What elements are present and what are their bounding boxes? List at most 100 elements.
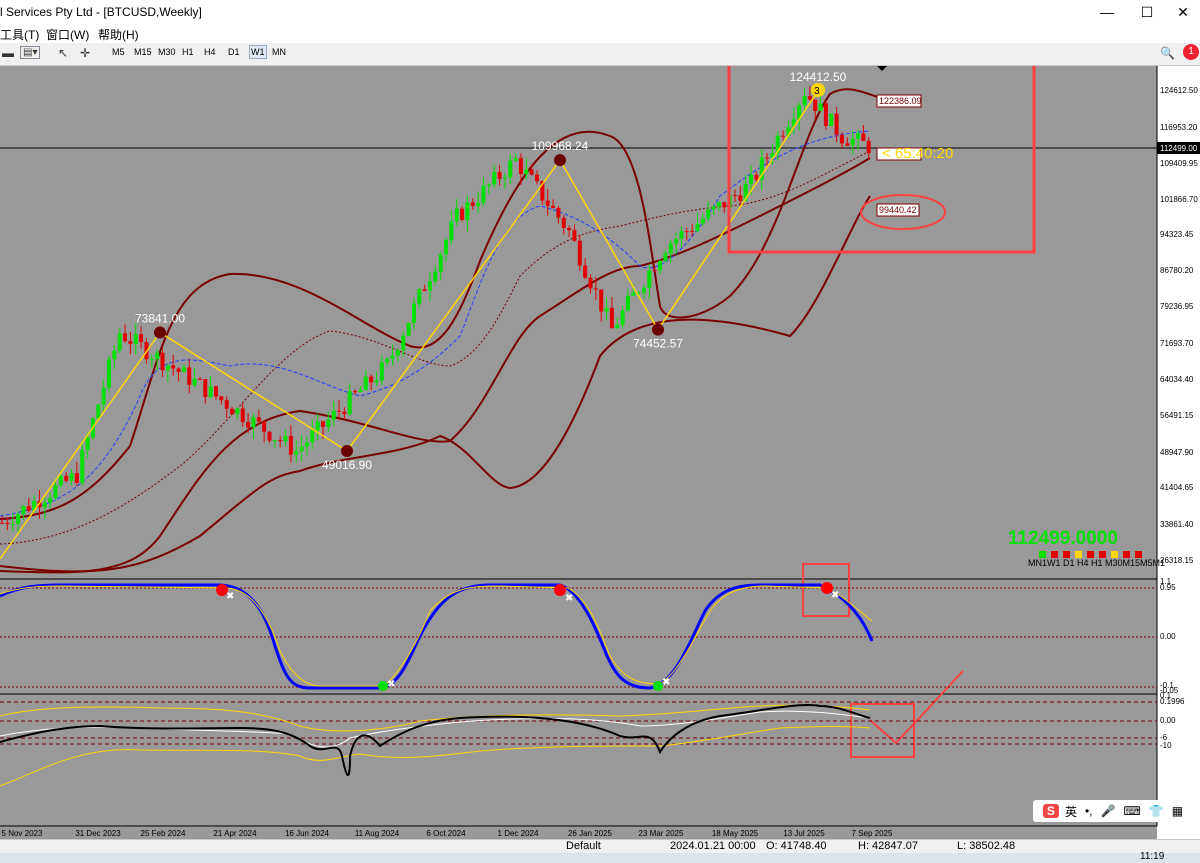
candle-body <box>631 292 636 296</box>
price-axis-label: 41404.65 <box>1160 483 1194 492</box>
candle-body <box>754 174 759 180</box>
candle-body <box>690 230 695 232</box>
status-bar: Default 2024.01.21 00:00 O: 41748.40 H: … <box>0 839 1200 854</box>
status-time: 2024.01.21 00:00 <box>670 840 756 852</box>
price-axis-label: 86780.20 <box>1160 266 1194 275</box>
candle-body <box>0 522 4 524</box>
cursor-icon[interactable]: ↖ <box>58 46 68 60</box>
candle-body <box>861 133 866 141</box>
candle-body <box>187 367 192 386</box>
zigzag-label: 109968.24 <box>532 139 589 153</box>
tf-strip-square <box>1039 551 1046 558</box>
candle-body <box>829 113 834 127</box>
candle-body <box>823 103 828 127</box>
candle-body <box>856 133 860 139</box>
candle-body <box>470 202 475 206</box>
time-axis-label: 6 Oct 2024 <box>426 829 466 838</box>
candle-body <box>128 341 133 344</box>
candle-body <box>192 378 197 386</box>
candle-body <box>374 380 379 383</box>
tf-strip-square <box>1123 551 1130 558</box>
candle-body <box>695 223 700 232</box>
candle-body <box>331 410 336 420</box>
tf-h1[interactable]: H1 <box>182 47 194 57</box>
candle-body <box>26 505 31 511</box>
maximize-button[interactable]: ☐ <box>1128 0 1166 24</box>
price-axis-label: 64034.40 <box>1160 375 1194 384</box>
chart-style-icon[interactable]: ▤▾ <box>20 46 41 59</box>
keyboard-icon[interactable]: ⌨ <box>1123 804 1140 818</box>
price-axis-label: 94323.45 <box>1160 230 1194 239</box>
search-icon[interactable]: 🔍 <box>1160 46 1175 60</box>
tf-h4[interactable]: H4 <box>204 47 216 57</box>
menu-tools[interactable]: 工具(T) <box>0 26 39 43</box>
status-profile[interactable]: Default <box>566 840 601 852</box>
notification-badge[interactable]: 1 <box>1183 44 1199 60</box>
candle-body <box>732 195 737 197</box>
candle-body <box>256 417 261 422</box>
window-title: l Services Pty Ltd - [BTCUSD,Weekly] <box>0 5 202 19</box>
candle-body <box>353 391 358 393</box>
candle-body <box>304 442 309 447</box>
candle-body <box>524 169 529 175</box>
zigzag-label: 124412.50 <box>790 70 847 84</box>
tf-strip-square <box>1135 551 1142 558</box>
candle-body <box>663 253 668 262</box>
menu-help[interactable]: 帮助(H) <box>98 26 139 43</box>
candle-body <box>48 497 53 503</box>
tf-m5[interactable]: M5 <box>112 47 125 57</box>
tf-mn[interactable]: MN <box>272 47 286 57</box>
candle-body <box>64 475 69 481</box>
candle-body <box>411 303 416 323</box>
menu-window[interactable]: 窗口(W) <box>46 26 89 43</box>
candle-body <box>278 440 283 442</box>
ime-grid-icon[interactable]: ▦ <box>1172 804 1183 818</box>
candle-body <box>74 473 79 483</box>
minimize-button[interactable]: — <box>1088 0 1126 24</box>
candle-body <box>240 408 245 422</box>
candle-body <box>80 449 85 483</box>
chart-type-icon[interactable]: ▬ <box>2 46 14 60</box>
candle-body <box>642 287 646 293</box>
ime-logo-icon[interactable]: S <box>1042 804 1059 818</box>
candle-body <box>101 387 106 405</box>
ime-language[interactable]: 英 <box>1065 803 1077 820</box>
microphone-icon[interactable]: 🎤 <box>1101 804 1116 818</box>
osc-x-2: ✖ <box>565 593 573 604</box>
candle-body <box>460 208 465 220</box>
crosshair-icon[interactable]: ✛ <box>80 46 90 60</box>
skin-icon[interactable]: 👕 <box>1149 804 1164 818</box>
candle-body <box>604 307 609 312</box>
candle-body <box>401 335 406 351</box>
status-high: H: 42847.07 <box>858 840 918 852</box>
candle-body <box>781 135 786 137</box>
close-button[interactable]: ✕ <box>1164 0 1200 24</box>
status-low: L: 38502.48 <box>957 840 1016 852</box>
candle-body <box>107 359 111 388</box>
tf-m15[interactable]: M15 <box>134 47 152 57</box>
candle-body <box>321 421 325 427</box>
candle-body <box>706 209 711 219</box>
candle-body <box>246 421 251 428</box>
candle-body <box>625 295 630 311</box>
tf-w1[interactable]: W1 <box>249 45 267 59</box>
candle-body <box>363 376 368 390</box>
ime-bar: S 英 •, 🎤 ⌨ 👕 ▦ <box>1033 800 1193 822</box>
candle-body <box>310 430 315 443</box>
chart-area[interactable]: 73841.00 49016.90 109968.24 74452.57 124412.… <box>0 66 1200 839</box>
ime-punct-icon[interactable]: •, <box>1085 804 1093 818</box>
candle-body <box>497 172 502 179</box>
candle-body <box>722 202 727 208</box>
tf-m30[interactable]: M30 <box>158 47 176 57</box>
candle-body <box>465 202 470 220</box>
candle-body <box>599 289 604 312</box>
candle-body <box>834 113 839 135</box>
price-axis-label: 71693.70 <box>1160 339 1194 348</box>
candle-body <box>181 367 186 372</box>
price-axis-label: 33861.40 <box>1160 520 1194 529</box>
tf-d1[interactable]: D1 <box>228 47 240 57</box>
time-axis-label: 23 Mar 2025 <box>639 829 684 838</box>
candle-body <box>171 365 176 369</box>
candle-body <box>358 389 363 393</box>
candle-body <box>802 96 807 106</box>
